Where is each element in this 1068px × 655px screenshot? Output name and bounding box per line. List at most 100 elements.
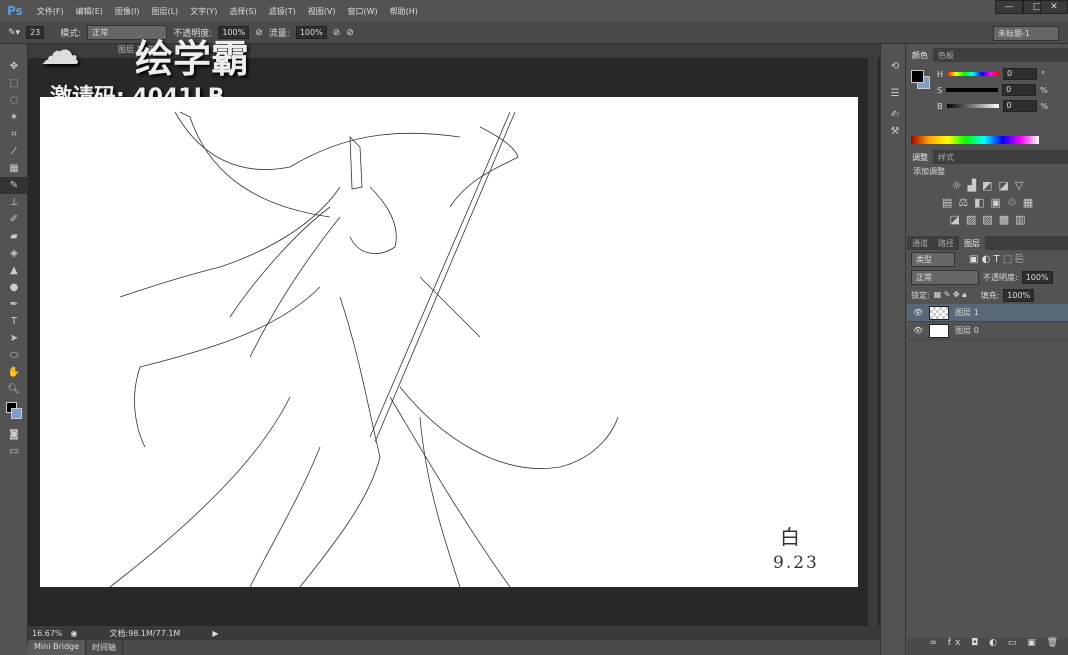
canvas[interactable]: 白 9.23 xyxy=(40,97,858,588)
tab-timeline[interactable]: 时间轴 xyxy=(86,640,124,655)
curves-icon[interactable]: ◩ xyxy=(982,179,992,196)
minimize-button[interactable]: — xyxy=(995,0,1023,14)
tab-color[interactable]: 颜色 xyxy=(907,48,933,62)
tab-paths[interactable]: 路径 xyxy=(933,236,959,250)
right-panels: 颜色 色板 H 0 ° S 0% B 0% 调整 样式 添加调整 ☼ ▟ ◩ ◪ ▽ ▤ ⚖ ◧ ▣ ♲… xyxy=(907,48,1068,655)
bucket-tool-icon[interactable]: ◈ xyxy=(0,245,28,262)
color-spectrum[interactable] xyxy=(911,136,1039,144)
menu-image[interactable]: 图像(I) xyxy=(115,6,140,17)
move-tool-icon[interactable]: ✥ xyxy=(0,58,28,75)
pressure-opacity-icon[interactable]: ⊘ xyxy=(255,28,263,38)
brush-tool-icon[interactable]: ✎▾ xyxy=(8,28,20,38)
hue-slider[interactable] xyxy=(947,72,1000,76)
color-swatches[interactable] xyxy=(0,398,27,426)
saturation-slider[interactable] xyxy=(946,88,999,92)
hue-sat-icon[interactable]: ▤ xyxy=(942,196,952,213)
menu-edit[interactable]: 编辑(E) xyxy=(76,6,103,17)
channel-mixer-icon[interactable]: ♲ xyxy=(1007,196,1017,213)
zoom-level[interactable]: 16.67% xyxy=(32,629,63,638)
photo-filter-icon[interactable]: ▣ xyxy=(991,196,1001,213)
history-brush-icon[interactable]: ✐ xyxy=(0,211,28,228)
type-tool-icon[interactable]: T xyxy=(0,313,28,330)
crop-tool-icon[interactable]: ⌗ xyxy=(0,126,28,143)
layer-name[interactable]: 图层 1 xyxy=(955,307,979,318)
menu-view[interactable]: 视图(V) xyxy=(308,6,336,17)
gradient-map-icon[interactable]: ▥ xyxy=(1015,213,1025,230)
brush-presets-icon[interactable]: ✍ xyxy=(881,106,909,123)
tool-presets-icon[interactable]: ⚒ xyxy=(881,123,909,140)
visibility-eye-icon[interactable]: 👁︎ xyxy=(913,308,923,317)
photoshop-logo: Ps xyxy=(7,4,23,18)
tab-adjustments[interactable]: 调整 xyxy=(907,150,933,164)
menu-help[interactable]: 帮助(H) xyxy=(390,6,418,17)
status-info-icon[interactable]: ◉ xyxy=(71,629,78,638)
blend-row: 正常 不透明度: 100% xyxy=(907,268,1068,286)
blend-mode-select[interactable]: 正常 xyxy=(911,269,979,285)
vibrance-icon[interactable]: ▽ xyxy=(1015,179,1023,196)
menu-file[interactable]: 文件(F) xyxy=(37,6,64,17)
foreground-color-swatch[interactable] xyxy=(911,70,924,83)
flow-input[interactable]: 100% xyxy=(295,26,327,39)
filter-icons[interactable]: ▣ ◐ T ⬚ ⎘ xyxy=(969,254,1023,265)
brush-tool-icon[interactable]: ✎ xyxy=(0,177,28,194)
path-select-icon[interactable]: ➤ xyxy=(0,330,28,347)
menu-select[interactable]: 选择(S) xyxy=(229,6,256,17)
exposure-icon[interactable]: ◪ xyxy=(998,179,1008,196)
tab-styles[interactable]: 样式 xyxy=(933,150,959,164)
workspace-select[interactable]: 未标题-1 xyxy=(993,26,1059,41)
layer-actions-bar[interactable]: ∞ fx ◘ ◐ ▭ ▣ 🗑︎ xyxy=(907,638,1068,655)
threshold-icon[interactable]: ▧ xyxy=(982,213,992,230)
invert-icon[interactable]: ◪ xyxy=(949,213,959,230)
tab-mini-bridge[interactable]: Mini Bridge xyxy=(28,640,87,655)
quick-mask-icon[interactable]: ◙ xyxy=(0,426,28,443)
hand-tool-icon[interactable]: ✋ xyxy=(0,364,28,381)
brightness-input[interactable]: 0 xyxy=(1002,100,1037,112)
brightness-adjust-icon[interactable]: ☼ xyxy=(952,179,962,196)
magic-wand-tool-icon[interactable]: ✶ xyxy=(0,109,28,126)
dodge-tool-icon[interactable]: ● xyxy=(0,279,28,296)
pressure-size-icon[interactable]: ⊘ xyxy=(346,28,354,38)
close-button[interactable]: ✕ xyxy=(1040,0,1068,14)
tab-channels[interactable]: 通道 xyxy=(907,236,933,250)
menu-type[interactable]: 文字(Y) xyxy=(190,6,217,17)
vertical-scrollbar[interactable] xyxy=(868,58,878,626)
properties-panel-icon[interactable]: ☰ xyxy=(881,85,909,102)
pen-tool-icon[interactable]: ✒ xyxy=(0,296,28,313)
layer-opacity-label: 不透明度: xyxy=(983,272,1018,282)
healing-tool-icon[interactable]: ▦ xyxy=(0,160,28,177)
color-balance-icon[interactable]: ⚖ xyxy=(958,196,968,213)
layer-row[interactable]: 👁︎ 图层 0 xyxy=(907,322,1068,340)
brightness-slider[interactable] xyxy=(946,104,999,108)
hue-input[interactable]: 0 xyxy=(1003,68,1038,80)
posterize-icon[interactable]: ▨ xyxy=(966,213,976,230)
layer-opacity-input[interactable]: 100% xyxy=(1021,270,1053,284)
menu-window[interactable]: 窗口(W) xyxy=(348,6,378,17)
screen-mode-icon[interactable]: ▭ xyxy=(0,443,28,460)
history-panel-icon[interactable]: ⟲ xyxy=(881,58,909,75)
black-white-icon[interactable]: ◧ xyxy=(974,196,984,213)
eraser-tool-icon[interactable]: ▰ xyxy=(0,228,28,245)
marquee-tool-icon[interactable]: ⬚ xyxy=(0,75,28,92)
lock-icons[interactable]: ▦ ✎ ✥ 🔒︎ xyxy=(934,290,967,300)
tab-layers[interactable]: 图层 xyxy=(959,236,985,250)
blur-tool-icon[interactable]: ▲ xyxy=(0,262,28,279)
layer-row[interactable]: 👁︎ 图层 1 xyxy=(907,304,1068,322)
shape-tool-icon[interactable]: ⬭ xyxy=(0,347,28,364)
visibility-eye-icon[interactable]: 👁︎ xyxy=(913,326,923,335)
lasso-tool-icon[interactable]: ◌ xyxy=(0,92,28,109)
selective-color-icon[interactable]: ▩ xyxy=(999,213,1009,230)
status-menu-arrow-icon[interactable]: ▶ xyxy=(212,629,218,638)
fill-input[interactable]: 100% xyxy=(1003,288,1035,302)
airbrush-icon[interactable]: ⊘ xyxy=(333,28,341,38)
color-lookup-icon[interactable]: ▦ xyxy=(1023,196,1033,213)
zoom-tool-icon[interactable]: 🔍︎ xyxy=(0,381,28,398)
menu-layer[interactable]: 图层(L) xyxy=(151,6,178,17)
eyedropper-tool-icon[interactable]: ⁄ xyxy=(0,143,28,160)
saturation-input[interactable]: 0 xyxy=(1002,84,1037,96)
stamp-tool-icon[interactable]: ⊥ xyxy=(0,194,28,211)
layer-filter-select[interactable]: 类型 xyxy=(911,251,955,267)
layer-name[interactable]: 图层 0 xyxy=(955,325,979,336)
tab-swatches[interactable]: 色板 xyxy=(933,48,959,62)
menu-filter[interactable]: 滤镜(T) xyxy=(269,6,296,17)
levels-icon[interactable]: ▟ xyxy=(968,179,976,196)
